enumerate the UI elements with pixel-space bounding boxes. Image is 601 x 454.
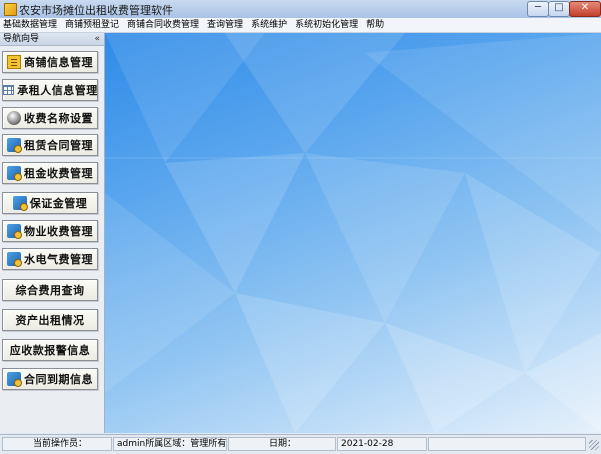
search-icon: [12, 196, 28, 211]
nav-fee-name-button[interactable]: 收费名称设置: [2, 107, 98, 129]
search-icon: [7, 252, 22, 267]
nav-fee-query-button[interactable]: 综合费用查询: [2, 279, 98, 301]
nav-label: 收费名称设置: [24, 112, 93, 125]
window-title: 农安市场摊位出租收费管理软件: [19, 4, 173, 17]
status-empty-cell: [428, 437, 586, 451]
nav-receivable-alert-button[interactable]: 应收款报警信息: [2, 339, 98, 361]
search-icon: [7, 372, 22, 387]
menu-help[interactable]: 帮助: [362, 18, 388, 32]
status-bar: 当前操作员： admin所属区域：管理所有区 日期： 2021-02-28: [0, 434, 601, 454]
nav-label: 租金收费管理: [24, 167, 93, 180]
nav-title: 导航向导: [3, 34, 40, 44]
nav-label: 商铺信息管理: [24, 56, 93, 69]
nav-label: 物业收费管理: [24, 225, 93, 238]
title-bar: 农安市场摊位出租收费管理软件 ─ □ ✕: [0, 0, 601, 19]
app-icon: [4, 3, 17, 16]
menu-init[interactable]: 系统初始化管理: [291, 18, 362, 32]
workspace: [105, 33, 601, 433]
nav-lease-contract-button[interactable]: 租赁合同管理: [2, 134, 98, 156]
minimize-button[interactable]: ─: [527, 1, 549, 17]
money-bag-icon: [7, 111, 21, 125]
search-icon: [7, 224, 22, 239]
nav-label: 综合费用查询: [15, 284, 85, 297]
table-icon: [3, 85, 15, 95]
nav-tenant-info-button[interactable]: 承租人信息管理: [2, 79, 98, 101]
search-icon: [7, 138, 22, 153]
nav-property-fee-button[interactable]: 物业收费管理: [2, 220, 98, 242]
nav-label: 水电气费管理: [24, 253, 93, 266]
menu-maintenance[interactable]: 系统维护: [247, 18, 291, 32]
nav-label: 合同到期信息: [24, 373, 93, 386]
close-button[interactable]: ✕: [569, 1, 601, 17]
operator-label: 当前操作员：: [2, 437, 112, 451]
search-icon: [7, 166, 22, 181]
date-label: 日期：: [228, 437, 336, 451]
nav-label: 租赁合同管理: [24, 139, 93, 152]
menu-query[interactable]: 查询管理: [203, 18, 247, 32]
nav-deposit-button[interactable]: 保证金管理: [2, 192, 98, 214]
nav-label: 承租人信息管理: [17, 84, 98, 97]
nav-contract-expiry-button[interactable]: 合同到期信息: [2, 368, 98, 390]
nav-panel: 导航向导 « 商铺信息管理 承租人信息管理 收费名称设置 租赁合同管理 租金收费…: [0, 33, 105, 433]
nav-utility-fee-button[interactable]: 水电气费管理: [2, 248, 98, 270]
menu-base-data[interactable]: 基础数据管理: [0, 18, 61, 32]
resize-grip-icon[interactable]: [589, 440, 599, 450]
nav-shop-info-button[interactable]: 商铺信息管理: [2, 51, 98, 73]
nav-label: 资产出租情况: [15, 314, 85, 327]
operator-value: admin所属区域：管理所有区: [113, 437, 227, 451]
nav-label: 保证金管理: [29, 197, 88, 210]
nav-rent-fee-button[interactable]: 租金收费管理: [2, 162, 98, 184]
document-icon: [7, 55, 21, 69]
background-pattern: [105, 33, 601, 433]
menu-contract-fees[interactable]: 商铺合同收费管理: [123, 18, 203, 32]
collapse-icon[interactable]: «: [94, 33, 100, 45]
menu-bar: 基础数据管理 商铺预租登记 商铺合同收费管理 查询管理 系统维护 系统初始化管理…: [0, 18, 601, 33]
nav-header: 导航向导 «: [0, 33, 104, 46]
nav-label: 应收款报警信息: [9, 344, 91, 357]
menu-pre-rent[interactable]: 商铺预租登记: [61, 18, 123, 32]
nav-asset-rental-button[interactable]: 资产出租情况: [2, 309, 98, 331]
maximize-button[interactable]: □: [548, 1, 570, 17]
date-value: 2021-02-28: [337, 437, 427, 451]
